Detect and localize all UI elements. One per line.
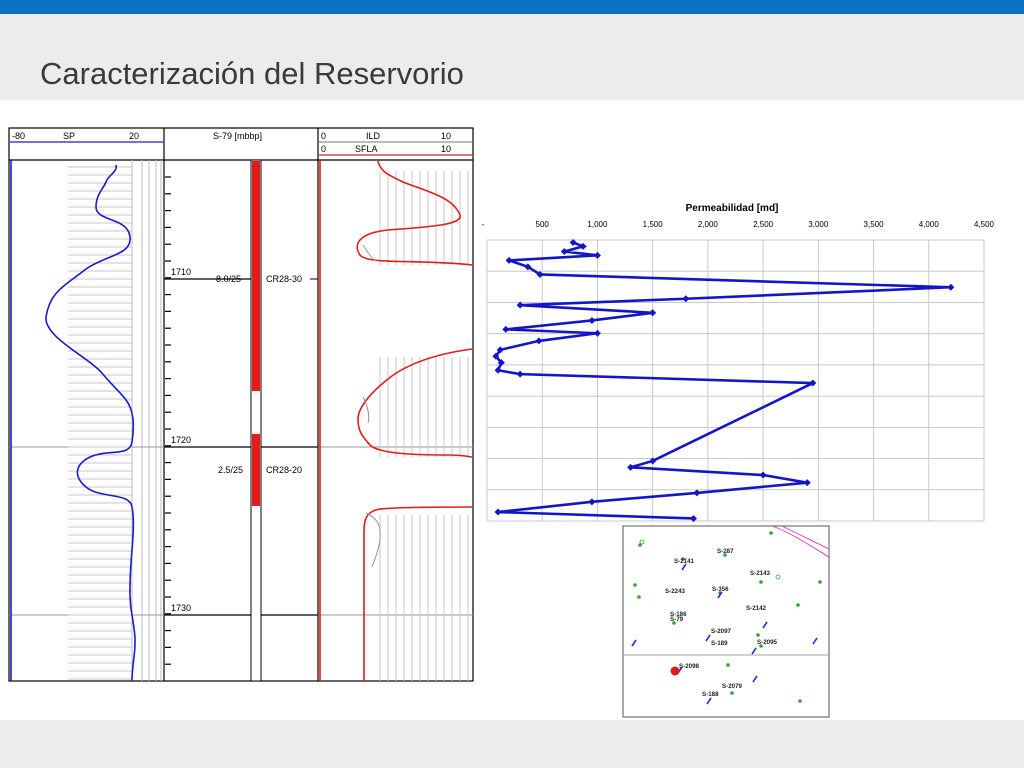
well-label: S-2243	[665, 588, 686, 595]
well-label: S-2142	[746, 605, 767, 612]
sfla-curve-name: SFLA	[355, 144, 378, 154]
ild-max-label: 10	[441, 131, 451, 141]
well-dot	[637, 595, 641, 599]
permeability-point	[588, 498, 596, 506]
zone-name-lower: CR28-20	[266, 465, 302, 475]
x-tick-label: 3,000	[808, 220, 829, 229]
permeability-point	[588, 316, 596, 324]
ild-curve-name: ILD	[366, 131, 381, 141]
slide-title: Caracterización del Reservorio	[40, 56, 464, 91]
depth-label-1730: 1730	[171, 603, 191, 613]
zone-ratio-upper: 8.0/25	[216, 274, 241, 284]
well-label: S-188	[702, 691, 719, 698]
x-tick-label: 1,000	[587, 220, 608, 229]
permeability-point	[494, 508, 502, 516]
permeability-point	[505, 256, 513, 264]
permeability-point	[593, 329, 601, 337]
permeability-point	[516, 370, 524, 378]
well-dot	[818, 580, 822, 584]
sp-min-label: -80	[12, 131, 25, 141]
permeability-point	[947, 283, 955, 291]
x-tick-label: 500	[536, 220, 550, 229]
well-dot	[756, 633, 760, 637]
depth-label-1720: 1720	[171, 435, 191, 445]
well-label: S-189	[711, 640, 728, 647]
permeability-point	[693, 489, 701, 497]
x-tick-label: 4,000	[919, 220, 940, 229]
permeability-point	[535, 337, 543, 345]
target-well-marker	[670, 666, 680, 676]
well-label: S-2079	[722, 683, 743, 690]
sfla-min-label: 0	[321, 144, 326, 154]
permeability-point	[593, 251, 601, 259]
permeability-point	[649, 309, 657, 317]
zone-name-upper: CR28-30	[266, 274, 302, 284]
well-location-map: S-287S-2141S-2143S-2243 S-356S-2142S-186S…	[622, 525, 830, 718]
well-label: S-2141	[674, 558, 695, 565]
well-dot	[633, 583, 637, 587]
permeability-point	[627, 463, 635, 471]
depth-track-header: S-79 [mbbp]	[213, 131, 262, 141]
x-tick-label: 2,500	[753, 220, 774, 229]
well-label: S-79	[670, 616, 684, 623]
permeability-point	[803, 479, 811, 487]
well-label: S-2143	[750, 570, 771, 577]
well-label: S-2097	[711, 628, 732, 635]
x-tick-label: 2,000	[698, 220, 719, 229]
permeability-point	[759, 471, 767, 479]
x-tick-label: 3,500	[864, 220, 885, 229]
perforation-interval-upper	[252, 161, 260, 391]
permeability-point	[560, 247, 568, 255]
permeability-series	[492, 239, 955, 522]
x-axis-ticks: - 500 1,000 1,500 2,000 2,500 3,000 3,500 4,000 4…	[482, 220, 995, 229]
permeability-chart: Permeabilidad [md] - 500 1,000 1,500 2,000 2,…	[482, 203, 995, 522]
well-log-panel: -80 SP 20 S-79 [mbbp] 1710 1720 1730 8.0…	[8, 127, 474, 682]
depth-label-1710: 1710	[171, 267, 191, 277]
well-dot	[730, 691, 734, 695]
well-dot	[796, 603, 800, 607]
well-dot	[759, 580, 763, 584]
x-tick-label: 1,500	[643, 220, 664, 229]
well-label: S-356	[712, 586, 729, 593]
permeability-point	[502, 325, 510, 333]
perforation-interval-lower	[252, 434, 260, 506]
x-tick-label: -	[482, 220, 485, 229]
ild-min-label: 0	[321, 131, 326, 141]
sp-max-label: 20	[129, 131, 139, 141]
well-dot	[798, 699, 802, 703]
top-accent-bar	[0, 0, 1024, 14]
well-dot	[726, 663, 730, 667]
well-label: S-287	[717, 548, 734, 555]
well-dot	[769, 531, 773, 535]
sp-curve-name: SP	[63, 131, 75, 141]
well-label: S-2095	[757, 639, 778, 646]
permeability-line	[494, 241, 951, 520]
x-tick-label: 4,500	[974, 220, 995, 229]
zone-ratio-lower: 2.5/25	[218, 465, 243, 475]
chart-title: Permeabilidad [md]	[686, 203, 779, 214]
permeability-point	[579, 242, 587, 250]
sfla-max-label: 10	[441, 144, 451, 154]
well-label: S-2098	[679, 663, 700, 670]
permeability-point	[682, 295, 690, 303]
